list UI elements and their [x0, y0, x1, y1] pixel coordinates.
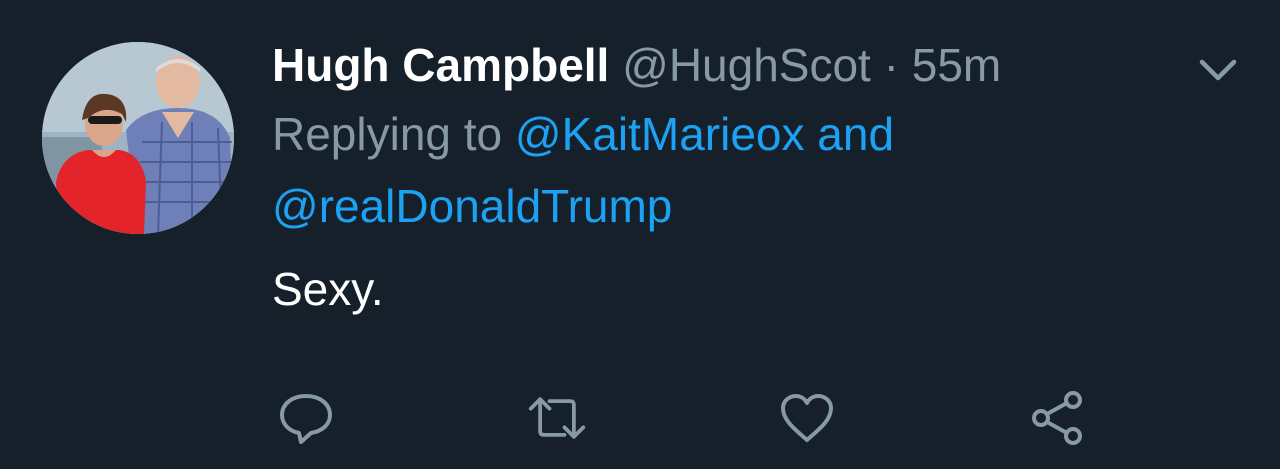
author-name[interactable]: Hugh Campbell — [272, 39, 609, 91]
timestamp[interactable]: 55m — [912, 39, 1001, 91]
share-button[interactable] — [1028, 388, 1088, 448]
mention-conjunction[interactable]: and — [817, 108, 894, 160]
tweet-header: Hugh Campbell @HughScot · 55m — [272, 36, 1172, 94]
avatar[interactable] — [42, 42, 234, 234]
replying-to: Replying to @KaitMarieox and @realDonald… — [272, 98, 1172, 242]
tweet[interactable]: Hugh Campbell @HughScot · 55m Replying t… — [0, 0, 1280, 469]
heart-icon — [781, 394, 833, 442]
replying-prefix: Replying to — [272, 108, 503, 160]
retweet-icon — [528, 397, 586, 439]
reply-button[interactable] — [276, 388, 336, 448]
retweet-button[interactable] — [527, 388, 587, 448]
chevron-down-icon[interactable] — [1196, 52, 1240, 88]
author-handle[interactable]: @HughScot — [622, 39, 871, 91]
tweet-content: Hugh Campbell @HughScot · 55m Replying t… — [272, 36, 1172, 318]
separator-dot: · — [883, 39, 899, 91]
avatar-photo — [42, 42, 234, 234]
reply-bubble-icon — [280, 394, 332, 444]
mention-link-1[interactable]: @KaitMarieox — [515, 108, 805, 160]
like-button[interactable] — [777, 388, 837, 448]
share-icon — [1032, 391, 1082, 445]
tweet-text: Sexy. — [272, 263, 384, 315]
tweet-actions — [0, 388, 1280, 448]
mention-link-2[interactable]: @realDonaldTrump — [272, 180, 672, 232]
